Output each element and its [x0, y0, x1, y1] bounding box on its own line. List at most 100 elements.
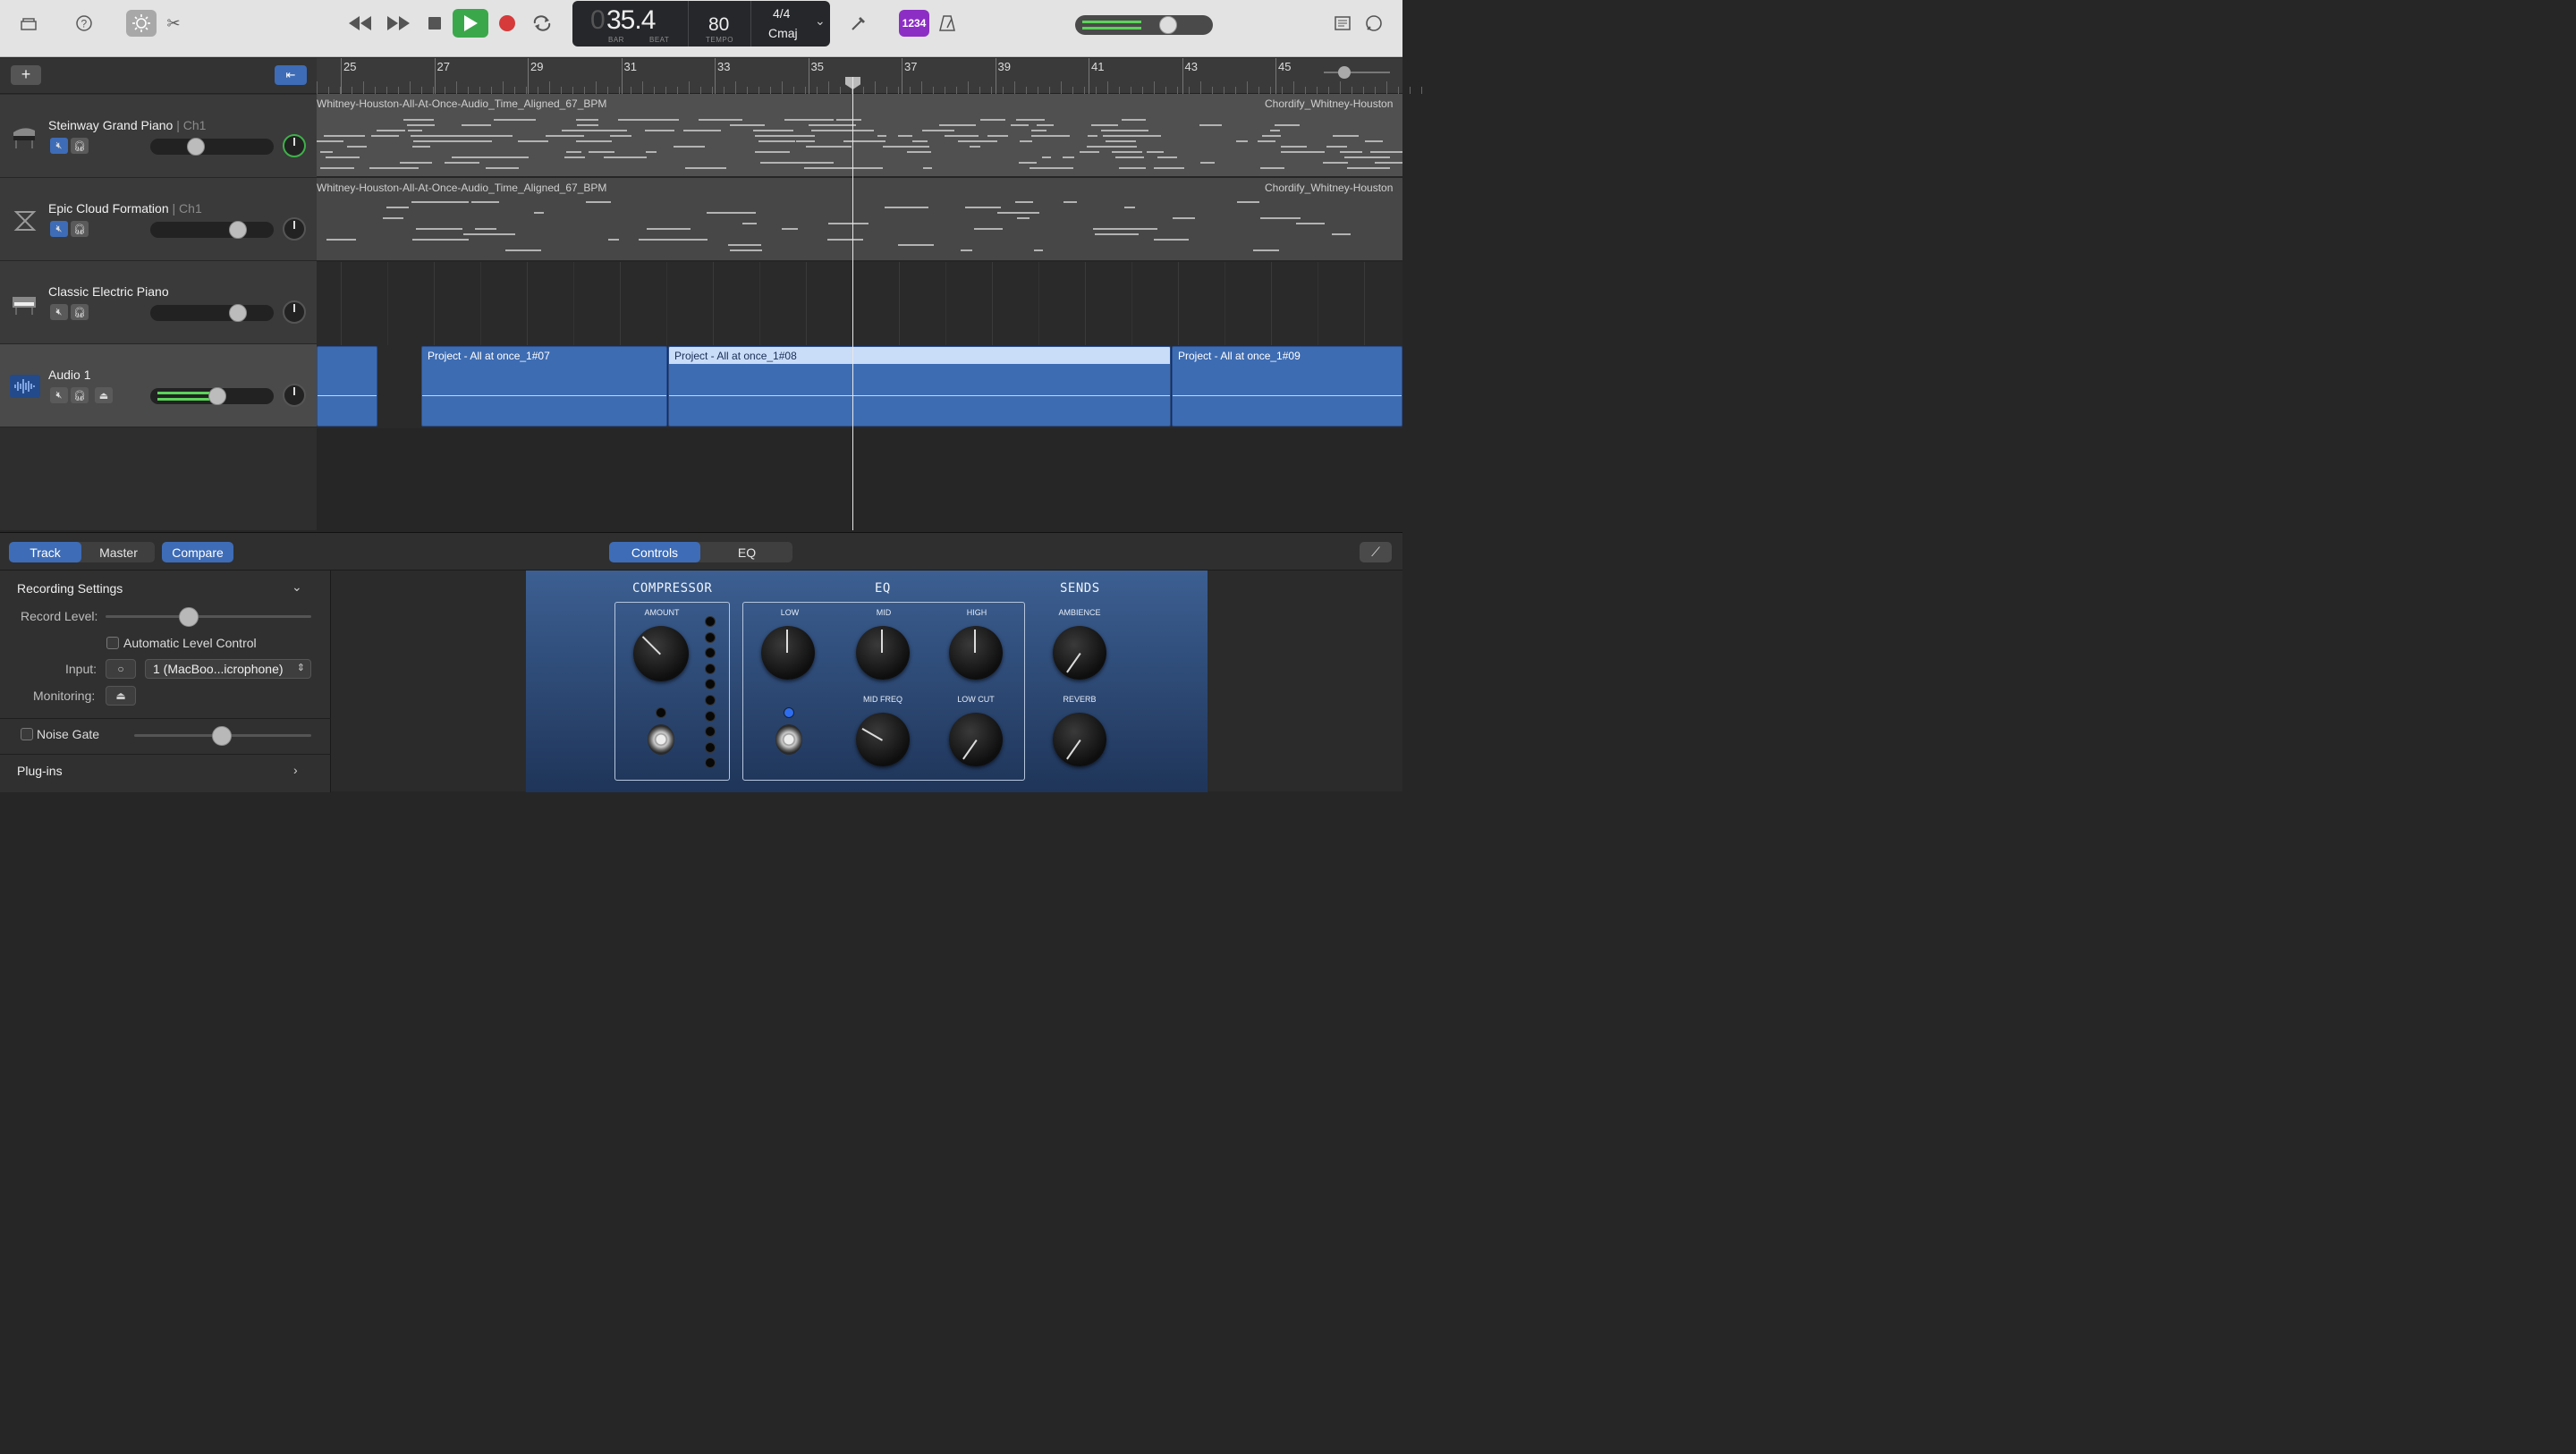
metronome-icon[interactable]	[933, 11, 962, 36]
zoom-slider[interactable]	[1324, 65, 1390, 80]
mute-button[interactable]: 🔇︎	[50, 387, 68, 403]
headphones-icon[interactable]: 🎧︎	[71, 387, 89, 403]
input-monitoring-icon[interactable]: ⏏︎	[95, 387, 113, 403]
midi-region[interactable]: Whitney-Houston-All-At-Once-Audio_Time_A…	[317, 178, 1402, 260]
master-volume-slider[interactable]	[1075, 15, 1213, 35]
tab-master[interactable]: Master	[82, 542, 155, 562]
mid-freq-knob[interactable]	[856, 713, 910, 766]
ambience-knob[interactable]	[1053, 626, 1106, 680]
playhead[interactable]	[852, 77, 853, 530]
compressor-toggle[interactable]	[648, 724, 674, 755]
headphones-icon[interactable]: 🎧︎	[71, 138, 89, 154]
input-format-button[interactable]: ○	[106, 659, 136, 679]
ruler-subtick	[689, 81, 690, 94]
headphones-icon[interactable]: 🎧︎	[71, 304, 89, 320]
track-header-audio-1[interactable]: Audio 1 🔇︎ 🎧︎ ⏏︎	[0, 344, 317, 427]
audio-region[interactable]: Project - All at once_1#07	[421, 346, 667, 427]
help-icon[interactable]: ?	[70, 11, 98, 36]
library-icon[interactable]	[14, 11, 43, 36]
lane-epic-cloud[interactable]: Whitney-Houston-All-At-Once-Audio_Time_A…	[317, 178, 1402, 261]
track-volume-slider[interactable]	[150, 138, 274, 156]
ruler-subtick	[700, 87, 701, 94]
count-in-button[interactable]: 1234	[899, 10, 929, 37]
tuner-icon[interactable]	[844, 11, 873, 36]
cycle-icon[interactable]	[528, 11, 556, 36]
chevron-down-icon[interactable]: ⌄	[815, 13, 826, 29]
tracks-area[interactable]: Whitney-Houston-All-At-Once-Audio_Time_A…	[317, 94, 1402, 530]
pan-knob[interactable]	[283, 134, 306, 157]
audio-region[interactable]	[317, 346, 377, 427]
mid-knob[interactable]	[856, 626, 910, 680]
tuner-icon[interactable]: ⟋	[1360, 542, 1392, 562]
pan-knob[interactable]	[283, 217, 306, 241]
chevron-right-icon[interactable]: ›	[293, 763, 298, 777]
ruler-subtick	[898, 87, 899, 94]
fast-forward-icon[interactable]	[385, 11, 413, 36]
smart-controls-icon[interactable]	[126, 10, 157, 37]
compare-button[interactable]: Compare	[162, 542, 233, 562]
reverb-knob[interactable]	[1053, 713, 1106, 766]
high-knob[interactable]	[949, 626, 1003, 680]
rewind-icon[interactable]	[346, 11, 375, 36]
loop-browser-icon[interactable]	[1360, 11, 1388, 36]
midi-note	[998, 212, 1039, 214]
audio-region-selected[interactable]: Project - All at once_1#08	[668, 346, 1171, 427]
ruler-subtick	[1421, 87, 1422, 94]
audio-region[interactable]: Project - All at once_1#09	[1172, 346, 1402, 427]
plugins-title[interactable]: Plug-ins	[17, 764, 63, 778]
lane-electric-piano[interactable]	[317, 262, 1402, 345]
midi-note	[827, 239, 863, 241]
monitoring-button[interactable]: ⏏︎	[106, 686, 136, 706]
low-knob[interactable]	[761, 626, 815, 680]
chevron-down-icon[interactable]: ⌄	[292, 579, 302, 595]
record-button[interactable]	[493, 11, 521, 36]
midi-note	[707, 212, 752, 214]
track-header-steinway[interactable]: Steinway Grand Piano | Ch1 🔇︎ 🎧︎	[0, 95, 317, 178]
notepad-icon[interactable]	[1328, 11, 1357, 36]
low-cut-knob[interactable]	[949, 713, 1003, 766]
tab-controls[interactable]: Controls	[609, 542, 700, 562]
editors-scissors-icon[interactable]: ✂	[159, 11, 188, 36]
auto-level-checkbox[interactable]	[106, 637, 119, 649]
track-volume-slider[interactable]	[150, 221, 274, 239]
mute-button[interactable]: 🔇︎	[50, 138, 68, 154]
track-volume-slider[interactable]	[150, 304, 274, 322]
midi-note	[463, 233, 472, 235]
play-button[interactable]	[453, 9, 488, 38]
midi-region[interactable]: Whitney-Houston-All-At-Once-Audio_Time_A…	[317, 94, 1402, 176]
midi-note	[411, 201, 428, 203]
pan-knob[interactable]	[283, 384, 306, 407]
master-volume-knob[interactable]	[1159, 16, 1177, 34]
ruler-subtick	[1317, 87, 1318, 94]
amount-knob[interactable]	[633, 626, 689, 681]
timeline-ruler[interactable]: 25 27 29 31 33 35 37 39 41 43 45	[317, 58, 1422, 94]
add-track-button[interactable]: +	[11, 65, 41, 85]
tab-eq[interactable]: EQ	[701, 542, 792, 562]
tab-track[interactable]: Track	[9, 542, 81, 562]
stop-icon[interactable]	[420, 11, 449, 36]
recording-settings-title[interactable]: Recording Settings	[17, 581, 123, 596]
lcd-display[interactable]: 0 35.4 BAR BEAT 80 TEMPO 4/4 Cmaj ⌄	[572, 1, 830, 46]
catch-playhead-button[interactable]: ⇤	[275, 65, 307, 85]
mute-button[interactable]: 🔇︎	[50, 304, 68, 320]
midi-note	[1020, 140, 1032, 142]
headphones-icon[interactable]: 🎧︎	[71, 221, 89, 237]
midi-note	[1370, 151, 1385, 153]
noise-gate-checkbox[interactable]	[21, 728, 33, 740]
mute-button[interactable]: 🔇︎	[50, 221, 68, 237]
record-level-slider[interactable]	[106, 607, 311, 627]
midi-note	[970, 146, 980, 148]
track-header-epic-cloud[interactable]: Epic Cloud Formation | Ch1 🔇︎ 🎧︎	[0, 178, 317, 261]
input-select[interactable]: 1 (MacBoo...icrophone) ⇕	[145, 659, 311, 679]
ruler-subtick	[317, 81, 318, 94]
ruler-subtick	[1375, 87, 1376, 94]
eq-toggle[interactable]	[775, 724, 802, 755]
noise-gate-slider[interactable]	[134, 726, 311, 746]
pan-knob[interactable]	[283, 300, 306, 324]
lane-audio-1[interactable]: Project - All at once_1#07 Project - All…	[317, 345, 1402, 428]
lane-steinway[interactable]: Whitney-Houston-All-At-Once-Audio_Time_A…	[317, 94, 1402, 177]
grid-line	[1224, 262, 1225, 345]
track-header-electric-piano[interactable]: Classic Electric Piano 🔇︎ 🎧︎	[0, 261, 317, 344]
track-volume-slider[interactable]	[150, 387, 274, 405]
ruler-subtick	[910, 87, 911, 94]
